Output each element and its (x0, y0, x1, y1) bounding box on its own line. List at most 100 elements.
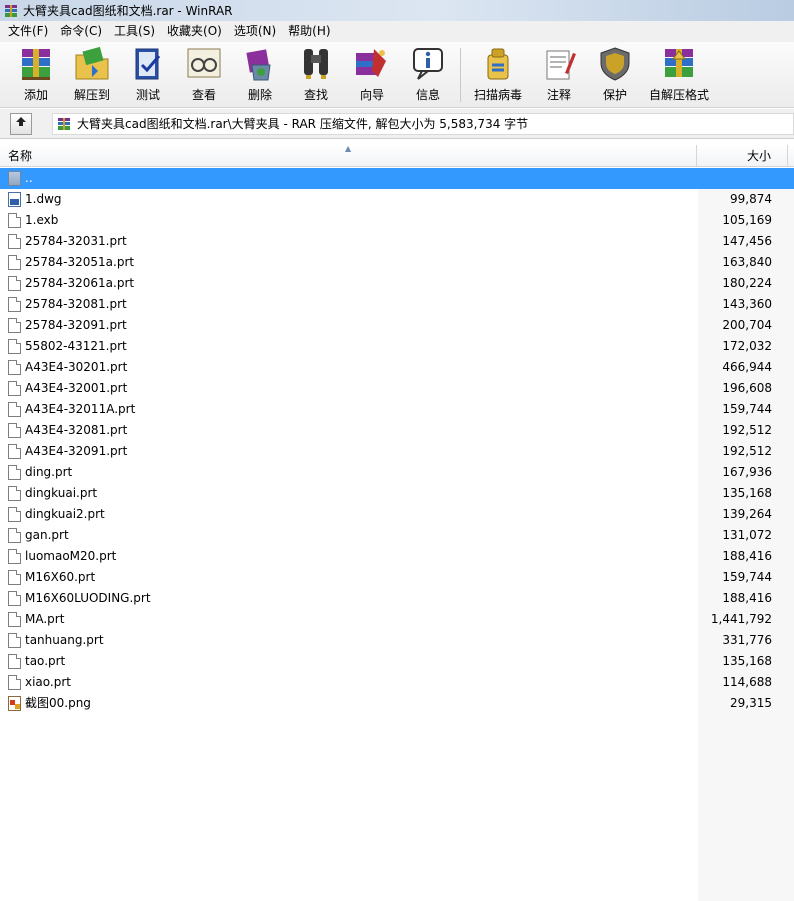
comment-icon (539, 45, 579, 83)
view-button[interactable]: 查看 (176, 42, 232, 104)
file-size: 1,441,792 (710, 612, 772, 626)
file-row[interactable]: 25784-32061a.prt 180,224 (0, 273, 794, 294)
file-row[interactable]: 55802-43121.prt 172,032 (0, 336, 794, 357)
menu-file[interactable]: 文件(F) (2, 21, 54, 42)
file-name: M16X60LUODING.prt (25, 591, 151, 605)
file-row[interactable]: 1.exb 105,169 (0, 210, 794, 231)
file-row[interactable]: A43E4-30201.prt 466,944 (0, 357, 794, 378)
menu-tools[interactable]: 工具(S) (108, 21, 161, 42)
test-label: 测试 (135, 88, 160, 102)
extract-to-label: 解压到 (73, 88, 110, 102)
info-icon (408, 45, 448, 83)
file-icon (8, 633, 21, 648)
winrar-app-icon (4, 4, 18, 18)
file-row[interactable]: A43E4-32011A.prt 159,744 (0, 399, 794, 420)
find-button[interactable]: 查找 (288, 42, 344, 104)
file-row[interactable]: M16X60LUODING.prt 188,416 (0, 588, 794, 609)
file-name: A43E4-30201.prt (25, 360, 128, 374)
delete-button[interactable]: 删除 (232, 42, 288, 104)
file-row[interactable]: 1.dwg 99,874 (0, 189, 794, 210)
extract-to-button[interactable]: 解压到 (64, 42, 120, 104)
file-row[interactable]: ding.prt 167,936 (0, 462, 794, 483)
wizard-icon (352, 45, 392, 83)
file-row[interactable]: 25784-32091.prt 200,704 (0, 315, 794, 336)
rar-archive-icon (57, 117, 71, 131)
file-size: 159,744 (722, 402, 772, 416)
file-size: 139,264 (722, 507, 772, 521)
file-name: M16X60.prt (25, 570, 96, 584)
path-field[interactable]: 大臂夹具cad图纸和文档.rar\大臂夹具 - RAR 压缩文件, 解包大小为 … (52, 112, 794, 135)
add-label: 添加 (23, 88, 48, 102)
file-size: 135,168 (722, 486, 772, 500)
window-title: 大臂夹具cad图纸和文档.rar - WinRAR (23, 4, 233, 18)
file-size: 143,360 (722, 297, 772, 311)
menu-commands[interactable]: 命令(C) (54, 21, 108, 42)
file-size: 159,744 (722, 570, 772, 584)
file-row[interactable]: tao.prt 135,168 (0, 651, 794, 672)
file-name: 55802-43121.prt (25, 339, 127, 353)
file-row[interactable]: 25784-32051a.prt 163,840 (0, 252, 794, 273)
protect-label: 保护 (602, 88, 627, 102)
menu-bar: 文件(F) 命令(C) 工具(S) 收藏夹(O) 选项(N) 帮助(H) (0, 21, 794, 42)
file-row[interactable]: M16X60.prt 159,744 (0, 567, 794, 588)
test-icon (128, 45, 168, 83)
file-icon (8, 612, 21, 627)
file-size: 105,169 (722, 213, 772, 227)
file-size: 172,032 (722, 339, 772, 353)
file-row[interactable]: tanhuang.prt 331,776 (0, 630, 794, 651)
file-icon (8, 297, 21, 312)
file-icon (8, 675, 21, 690)
file-icon (8, 360, 21, 375)
menu-favorites[interactable]: 收藏夹(O) (161, 21, 228, 42)
parent-folder-icon (8, 171, 21, 186)
dwg-file-icon (8, 192, 21, 207)
file-row[interactable]: 25784-32031.prt 147,456 (0, 231, 794, 252)
menu-help[interactable]: 帮助(H) (282, 21, 336, 42)
file-size: 131,072 (722, 528, 772, 542)
file-name: tao.prt (25, 654, 66, 668)
info-button[interactable]: 信息 (400, 42, 456, 104)
file-size: 147,456 (722, 234, 772, 248)
wizard-label: 向导 (359, 88, 384, 102)
file-row[interactable]: A43E4-32001.prt 196,608 (0, 378, 794, 399)
file-size: 466,944 (722, 360, 772, 374)
file-row[interactable]: MA.prt 1,441,792 (0, 609, 794, 630)
file-icon (8, 255, 21, 270)
virus-scan-button[interactable]: 扫描病毒 (465, 42, 531, 104)
file-icon (8, 339, 21, 354)
file-row[interactable]: 截图00.png 29,315 (0, 693, 794, 714)
view-icon (184, 45, 224, 83)
file-size: 163,840 (722, 255, 772, 269)
parent-folder-row[interactable]: .. (0, 168, 794, 189)
file-row[interactable]: A43E4-32081.prt 192,512 (0, 420, 794, 441)
file-row[interactable]: A43E4-32091.prt 192,512 (0, 441, 794, 462)
file-icon (8, 213, 21, 228)
menu-options[interactable]: 选项(N) (228, 21, 282, 42)
test-button[interactable]: 测试 (120, 42, 176, 104)
file-row[interactable]: xiao.prt 114,688 (0, 672, 794, 693)
file-name: 1.dwg (25, 192, 62, 206)
protect-button[interactable]: 保护 (587, 42, 643, 104)
file-size: 200,704 (722, 318, 772, 332)
file-icon (8, 591, 21, 606)
file-row[interactable]: luomaoM20.prt 188,416 (0, 546, 794, 567)
file-row[interactable]: 25784-32081.prt 143,360 (0, 294, 794, 315)
file-name: xiao.prt (25, 675, 71, 689)
file-icon (8, 486, 21, 501)
file-name: tanhuang.prt (25, 633, 104, 647)
sfx-button[interactable]: 自解压格式 (643, 42, 715, 104)
up-one-level-button[interactable] (10, 112, 32, 135)
column-header-size[interactable]: 大小 (698, 145, 788, 167)
file-size: 29,315 (730, 696, 772, 710)
file-name: dingkuai.prt (25, 486, 98, 500)
file-row[interactable]: dingkuai2.prt 139,264 (0, 504, 794, 525)
add-button[interactable]: 添加 (8, 42, 64, 104)
file-icon (8, 465, 21, 480)
comment-button[interactable]: 注释 (531, 42, 587, 104)
file-row[interactable]: dingkuai.prt 135,168 (0, 483, 794, 504)
file-rows: .. 1.dwg 99,874 1.exb 105,169 25784-32031.prt… (0, 168, 794, 714)
file-name: 25784-32031.prt (25, 234, 127, 248)
file-row[interactable]: gan.prt 131,072 (0, 525, 794, 546)
wizard-button[interactable]: 向导 (344, 42, 400, 104)
file-name: gan.prt (25, 528, 69, 542)
